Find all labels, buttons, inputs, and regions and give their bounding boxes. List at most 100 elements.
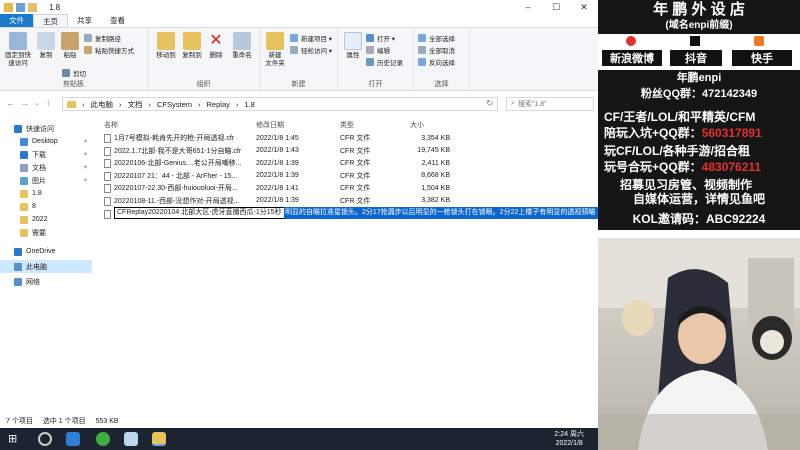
clock[interactable]: 2:24 周六 2022/1/8 [554,430,584,448]
column-date[interactable]: 修改日期 [256,120,284,130]
search-input[interactable]: ⌕ 搜索"1.8" [506,97,594,111]
nav-item[interactable]: 需要 [0,226,92,239]
history-button[interactable]: 历史记录 [366,57,403,67]
tab-view[interactable]: 查看 [101,14,134,27]
rename-icon [233,32,251,50]
copy-button[interactable]: 复制 [36,32,56,60]
tab-home[interactable]: 主页 [33,14,68,27]
rename-input[interactable]: CFReplay20220104 北部大区-虎牙直播西瓜-1分15秒 [114,207,285,219]
table-row-renaming[interactable]: CFReplay20220104 北部大区-虎牙直播西瓜-1分15秒 明显的自瞄… [100,207,698,220]
invert-selection-button[interactable]: 反向选择 [418,57,455,67]
up-arrow-icon[interactable]: ↑ [46,98,51,108]
table-row[interactable]: 20220108-11.-西部-没想作对-开局透视... 2022/1/8 1:3… [100,195,598,208]
nav-item-icon [14,247,22,256]
windows-start-icon[interactable]: ⊞ [8,432,22,446]
nav-item[interactable]: 文档 ✦ [0,161,92,174]
breadcrumb-this-pc[interactable]: 此电脑 [91,99,114,110]
file-icon [104,210,111,219]
promo-block: CF/王者/LOL/和平精英/CFM 陪玩入坑+QQ群：560317891 玩C… [598,104,800,202]
new-group: 新建 文件夹 新建项目 ▾ 轻松访问 ▾ 新建 [260,28,338,91]
new-folder-button[interactable]: 新建 文件夹 [262,32,288,68]
nav-item[interactable]: 此电脑 [0,260,92,273]
minimize-button[interactable]: – [514,0,542,14]
table-row[interactable]: 20220107 21：44 - 北部 - ArFher - 15... 2022… [100,170,598,183]
file-size: 3,354 KB [421,134,450,142]
nav-item[interactable]: 网络 [0,275,92,288]
table-row[interactable]: 20220106-北部-Genius....老公开局嘲移... 2022/1/8 … [100,157,598,170]
column-name[interactable]: 名称 [104,120,118,130]
select-all-button[interactable]: 全部选择 [418,33,455,43]
promo-line-6: 自媒体运营，详情见鱼吧 [598,190,800,210]
file-size: 8,668 KB [421,172,450,180]
forward-arrow-icon[interactable]: → [20,98,29,108]
column-type[interactable]: 类型 [340,120,354,130]
ribbon: 固定到快 速访问 复制 粘贴 复制路径 粘贴快捷方式 剪切 剪贴板 移动到 复制… [0,27,598,91]
nav-item[interactable]: 下载 ✦ [0,148,92,161]
rename-button[interactable]: 重命名 [230,32,254,60]
maximize-button[interactable]: ☐ [542,0,570,14]
paste-shortcut-button[interactable]: 粘贴快捷方式 [84,45,134,55]
delete-button[interactable]: ✕ 删除 [206,32,226,60]
nav-item[interactable]: 图片 ✦ [0,174,92,187]
close-button[interactable]: ✕ [570,0,598,14]
address-bar[interactable]: › 此电脑 › 文档 › CFSystem › Replay › 1.8 [62,97,498,111]
refresh-icon[interactable]: ↻ [486,98,494,109]
new-item-button[interactable]: 新建项目 ▾ [290,33,332,43]
breadcrumb-cfsystem[interactable]: CFSystem [157,100,192,109]
column-size[interactable]: 大小 [410,120,424,130]
new-folder-icon[interactable] [28,2,37,12]
file-rows: 1月7号模拟-耗肯先开的枪-开局透视.cfr 2022/1/8 1:45 CFR 文… [100,132,598,207]
file-type: CFR 文件 [340,197,371,205]
organize-group: 移动到 复制到 ✕ 删除 重命名 组织 [148,28,260,91]
nav-item[interactable]: 1.8 [0,187,92,200]
properties-button[interactable]: 属性 [342,32,364,60]
edit-button[interactable]: 编辑 [366,45,390,55]
table-row[interactable]: 1月7号模拟-耗肯先开的枪-开局透视.cfr 2022/1/8 1:45 CFR 文… [100,132,598,145]
app-icon[interactable] [124,432,138,446]
nav-item[interactable]: OneDrive [0,245,92,258]
easy-access-button[interactable]: 轻松访问 ▾ [290,45,332,55]
breadcrumb-replay[interactable]: Replay [207,100,230,109]
cut-button[interactable]: 剪切 [62,68,86,78]
window-title: 1.8 [49,2,61,12]
pin-icon[interactable]: ✦ [83,177,88,184]
table-row[interactable]: 20220107-22.30-西部-huiouoluoi-开局... 2022/1… [100,182,598,195]
back-arrow-icon[interactable]: ← [6,98,15,108]
pin-quick-access-button[interactable]: 固定到快 速访问 [4,32,32,68]
nav-item-icon [20,150,28,159]
file-name: 1月7号模拟-耗肯先开的枪-开局透视.cfr [114,135,235,143]
open-button[interactable]: 打开 ▾ [366,33,395,43]
nav-item-icon [14,277,22,286]
organize-group-label: 组织 [196,81,211,88]
breadcrumb-documents[interactable]: 文档 [128,99,143,110]
copy-to-button[interactable]: 复制到 [180,32,204,60]
nav-item[interactable]: 8 [0,200,92,213]
paste-button[interactable]: 粘贴 [60,32,80,60]
table-row[interactable]: 2022.1.7北部-我不是大哥651-1分自瞄.cfr 2022/1/8 1:4… [100,145,598,158]
paste-icon [61,32,79,50]
file-explorer-icon[interactable] [152,432,166,446]
pin-icon[interactable]: ✦ [83,151,88,158]
folder-icon[interactable] [4,2,13,12]
edit-icon [366,46,374,54]
properties-icon[interactable] [16,2,25,12]
nav-item[interactable]: 2022 [0,213,92,226]
recent-chevron-icon[interactable]: ⌄ [34,99,40,107]
pin-icon[interactable]: ✦ [83,164,88,171]
browser-icon[interactable] [66,432,80,446]
nav-item-label: 此电脑 [26,263,47,271]
tab-share[interactable]: 共享 [68,14,101,27]
move-to-button[interactable]: 移动到 [154,32,178,60]
copy-path-button[interactable]: 复制路径 [84,33,121,43]
file-explorer-window: 1.8 – ☐ ✕ 文件 主页 共享 查看 固定到快 速访问 复制 粘贴 复制路… [0,0,698,428]
select-none-button[interactable]: 全部取消 [418,45,455,55]
breadcrumb-current[interactable]: 1.8 [244,100,254,109]
promo-line-3: 玩CF/LOL/各种手游/招合租 [604,144,750,158]
tab-file[interactable]: 文件 [0,14,33,27]
nav-item[interactable]: Desktop ✦ [0,135,92,148]
nav-item[interactable]: 快速访问 [0,122,92,135]
cortana-icon[interactable] [38,432,52,446]
app-icon[interactable] [96,432,110,446]
pin-icon[interactable]: ✦ [83,138,88,145]
select-none-icon [418,46,426,54]
